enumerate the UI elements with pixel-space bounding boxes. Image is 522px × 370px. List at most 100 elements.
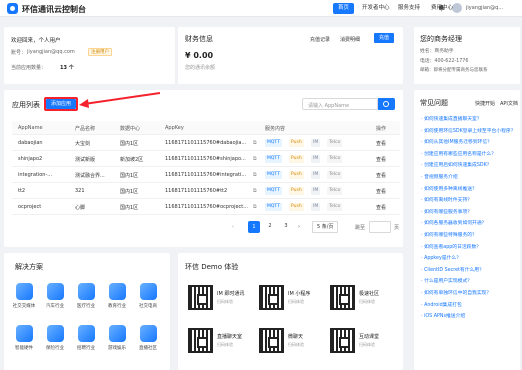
page-3[interactable]: 3 [280, 221, 292, 233]
faq-item-text: 如何各服务器收到如何开通？ [424, 221, 487, 227]
faq-item[interactable]: · 音视频服务介绍 [421, 173, 458, 180]
solution-item[interactable]: 智能硬件 [12, 325, 36, 351]
user-name[interactable]: jiyangjian@q... [466, 5, 503, 11]
service-tag: Telco [327, 171, 343, 179]
solution-item[interactable]: 招聘行业 [74, 325, 98, 351]
service-tag: IM [311, 171, 321, 179]
nav-service-support[interactable]: 服务支持 [393, 3, 425, 14]
solution-item[interactable]: 医疗行业 [74, 283, 98, 309]
view-app-link[interactable]: 查看 [376, 172, 386, 179]
consumption-detail-link[interactable]: 消费明细 [340, 36, 360, 43]
cell-product: 测试新版 [75, 157, 96, 163]
faq-item[interactable]: · 创建应用有哪些应用名称是什么？ [421, 150, 496, 157]
faq-item[interactable]: · iOS APNs推送介绍 [421, 312, 465, 319]
faq-item[interactable]: · 如何有离线时件支持？ [421, 196, 472, 203]
cell-product: 测试融合界... [75, 173, 105, 179]
manager-phone: 电话：400-622-1776 [420, 59, 469, 64]
faq-item-text: ClientID Secret有什么用？ [424, 267, 484, 273]
qr-code-icon [330, 285, 355, 310]
faq-item[interactable]: · Appkey是什么？ [421, 254, 461, 261]
cell-appname: tt2 [18, 188, 26, 194]
api-doc-link[interactable]: API文档 [500, 100, 518, 107]
recharge-button[interactable]: 充值 [374, 33, 395, 43]
faq-item[interactable]: · 如何各服务器收到如何开通？ [421, 219, 486, 226]
jump-page-input[interactable] [369, 221, 391, 233]
copy-icon[interactable]: ⧉ [253, 156, 257, 162]
service-tag: Push [289, 155, 304, 163]
quick-start-link[interactable]: 快捷开始 [475, 100, 495, 107]
faq-item-text: 音视频服务介绍 [424, 175, 458, 180]
copy-icon[interactable]: ⧉ [253, 172, 257, 178]
solution-item[interactable]: 直播社区 [136, 325, 160, 351]
page-1[interactable]: 1 [248, 221, 260, 233]
view-app-link[interactable]: 查看 [376, 188, 386, 195]
solution-item[interactable]: 保险行业 [43, 325, 67, 351]
faq-item[interactable]: · 如何从其他IM服务迁移到环信？ [421, 138, 492, 145]
cell-appname: dabaojian [18, 140, 43, 146]
faq-item[interactable]: · 如何查看app的日活跃数？ [421, 243, 481, 250]
copy-icon[interactable]: ⧉ [253, 140, 257, 146]
demo-sub: 扫码体验 [217, 342, 233, 347]
account-email: jiyangjian@qq.com [27, 49, 75, 55]
cell-product: 心脚 [75, 205, 86, 211]
nav-billing-visible[interactable]: 费用中心 [426, 3, 458, 14]
manager-email: 邮箱：即将分配专属商务与您联系 [420, 68, 488, 73]
solution-item[interactable]: 教育行业 [105, 283, 129, 309]
balance-note: 您的通讯余额 [185, 65, 216, 71]
faq-item-text: 如何有离线时件支持？ [424, 198, 473, 204]
next-page-icon[interactable]: › [298, 224, 300, 230]
faq-item[interactable]: · 如何有哪些服务事项？ [421, 208, 472, 215]
service-tag: IM [311, 187, 321, 195]
faq-item[interactable]: · 如何快速集成直播聊天室？ [421, 115, 482, 122]
recharge-record-link[interactable]: 充值记录 [310, 36, 330, 43]
service-tag: MQTT [265, 155, 282, 163]
page-2[interactable]: 2 [264, 221, 276, 233]
view-app-link[interactable]: 查看 [376, 204, 386, 211]
appname-search-input[interactable]: 请输入 AppName [302, 98, 378, 110]
qr-code-icon [259, 328, 284, 353]
service-tag: MQTT [265, 171, 282, 179]
solution-icon [46, 283, 64, 300]
copy-icon[interactable]: ⧉ [253, 188, 257, 194]
faq-item[interactable]: · 什么是用户实现模式？ [421, 277, 472, 284]
faq-item-text: Appkey是什么？ [424, 256, 462, 262]
demo-title: 环信 Demo 体验 [185, 263, 239, 271]
solution-icon [139, 283, 157, 300]
cell-appkey: 1168171101115760#ocproject... [165, 204, 249, 210]
solution-item[interactable]: 游戏娱乐 [105, 325, 129, 351]
solution-item[interactable]: 社交交媒体 [12, 283, 36, 309]
faq-item[interactable]: · 创建应用后如何快速集成SDK？ [421, 161, 492, 168]
view-app-link[interactable]: 查看 [376, 140, 386, 147]
table-header-row: AppName 产品名称 数据中心 AppKey 服务内容 操作 [12, 121, 400, 135]
nav-home[interactable]: 首页 [333, 3, 355, 14]
faq-item[interactable]: · 如何使用多种离线推送？ [421, 185, 477, 192]
service-tag: IM [311, 139, 321, 147]
faq-item[interactable]: · 如何使用环信SDK登录上线至平台小程序？ [421, 127, 516, 134]
cell-product: 大宝剑 [75, 141, 91, 147]
table-row: shinjapo2 测试新版 新加坡2区 1168171101115760#shinj… [12, 151, 400, 167]
logo-icon [7, 3, 18, 14]
solution-item[interactable]: 汽车行业 [43, 283, 67, 309]
faq-item[interactable]: · 如何有哪些特殊服务的？ [421, 231, 477, 238]
nav-developer-center[interactable]: 开发者中心 [357, 3, 395, 14]
cell-appname: shinjapo2 [18, 156, 43, 162]
solution-item[interactable]: 社交电商 [136, 283, 160, 309]
faq-item-text: 如何有单独环信中的自我实现？ [424, 291, 492, 296]
solution-icon [46, 325, 64, 342]
prev-page-icon[interactable]: ‹ [232, 224, 234, 230]
faq-item[interactable]: · Android集成打包 [421, 301, 462, 308]
faq-item[interactable]: · ClientID Secret有什么用？ [421, 266, 484, 273]
copy-icon[interactable]: ⧉ [253, 204, 257, 210]
service-tag: MQTT [265, 139, 282, 147]
view-app-link[interactable]: 查看 [376, 156, 386, 163]
table-row: dabaojian 大宝剑 国内1区 1168171101115760#dabaoji… [12, 135, 400, 151]
search-icon[interactable] [378, 98, 395, 110]
faq-item[interactable]: · 如何有单独环信中的自我实现？ [421, 289, 491, 296]
faq-item-text: 如何有哪些服务事项？ [424, 209, 473, 215]
welcome-card: 欢迎回来，个人用户 账号： jiyangjian@qq.com 注册用户 当前应… [4, 27, 175, 84]
solution-label: 社交交媒体 [12, 304, 36, 309]
solutions-card: 解决方案 [4, 253, 170, 370]
table-row: integration-... 测试融合界... 国内1区 1168171101115… [12, 167, 400, 183]
cell-appkey: 1168171101115760#integrati... [165, 172, 247, 178]
page-size-select[interactable]: 5 条/页 [312, 221, 339, 233]
